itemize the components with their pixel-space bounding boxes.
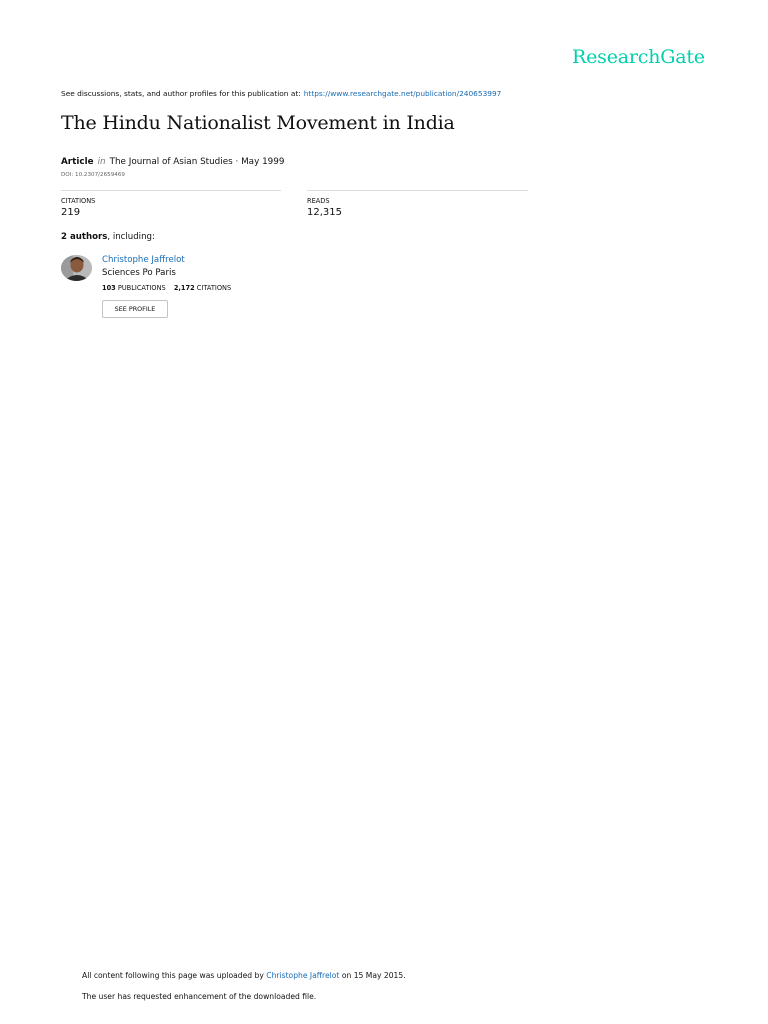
upload-note: All content following this page was uplo…: [82, 971, 406, 980]
upload-suffix: on 15 May 2015.: [341, 971, 406, 980]
author-avatar[interactable]: [61, 255, 92, 281]
in-label: in: [97, 157, 106, 167]
publication-meta: Article in The Journal of Asian Studies · …: [61, 157, 284, 167]
uploader-link[interactable]: Christophe Jaffrelot: [266, 971, 339, 980]
divider-reads: [307, 190, 528, 191]
author-affiliation: Sciences Po Paris: [102, 268, 176, 278]
divider-citations: [61, 190, 281, 191]
doi: DOI: 10.2307/2659469: [61, 172, 125, 178]
author-photo-icon: [61, 255, 92, 281]
publication-type: Article: [61, 157, 94, 167]
publication-link[interactable]: https://www.researchgate.net/publication…: [304, 89, 502, 98]
citations-value: 219: [61, 207, 81, 218]
author-publications-label: PUBLICATIONS: [117, 284, 166, 292]
publication-title: The Hindu Nationalist Movement in India: [61, 112, 455, 134]
reads-label: READS: [307, 197, 330, 205]
journal-info: The Journal of Asian Studies · May 1999: [109, 157, 285, 167]
enhancement-note: The user has requested enhancement of th…: [82, 992, 317, 1001]
author-name-link[interactable]: Christophe Jaffrelot: [102, 255, 185, 265]
researchgate-logo[interactable]: ResearchGate: [572, 46, 705, 68]
authors-suffix: , including:: [107, 232, 155, 242]
authors-heading: 2 authors, including:: [61, 232, 155, 242]
citations-label: CITATIONS: [61, 197, 96, 205]
intro-line: See discussions, stats, and author profi…: [61, 89, 501, 98]
author-stats: 103 PUBLICATIONS 2,172 CITATIONS: [102, 284, 231, 292]
author-publications-count: 103: [102, 284, 116, 292]
intro-text: See discussions, stats, and author profi…: [61, 89, 301, 98]
author-citations-count: 2,172: [173, 284, 195, 292]
author-citations-label: CITATIONS: [196, 284, 232, 292]
upload-prefix: All content following this page was uplo…: [82, 971, 264, 980]
see-profile-button[interactable]: SEE PROFILE: [102, 300, 168, 318]
authors-count: 2 authors: [61, 232, 108, 242]
reads-value: 12,315: [307, 207, 342, 218]
